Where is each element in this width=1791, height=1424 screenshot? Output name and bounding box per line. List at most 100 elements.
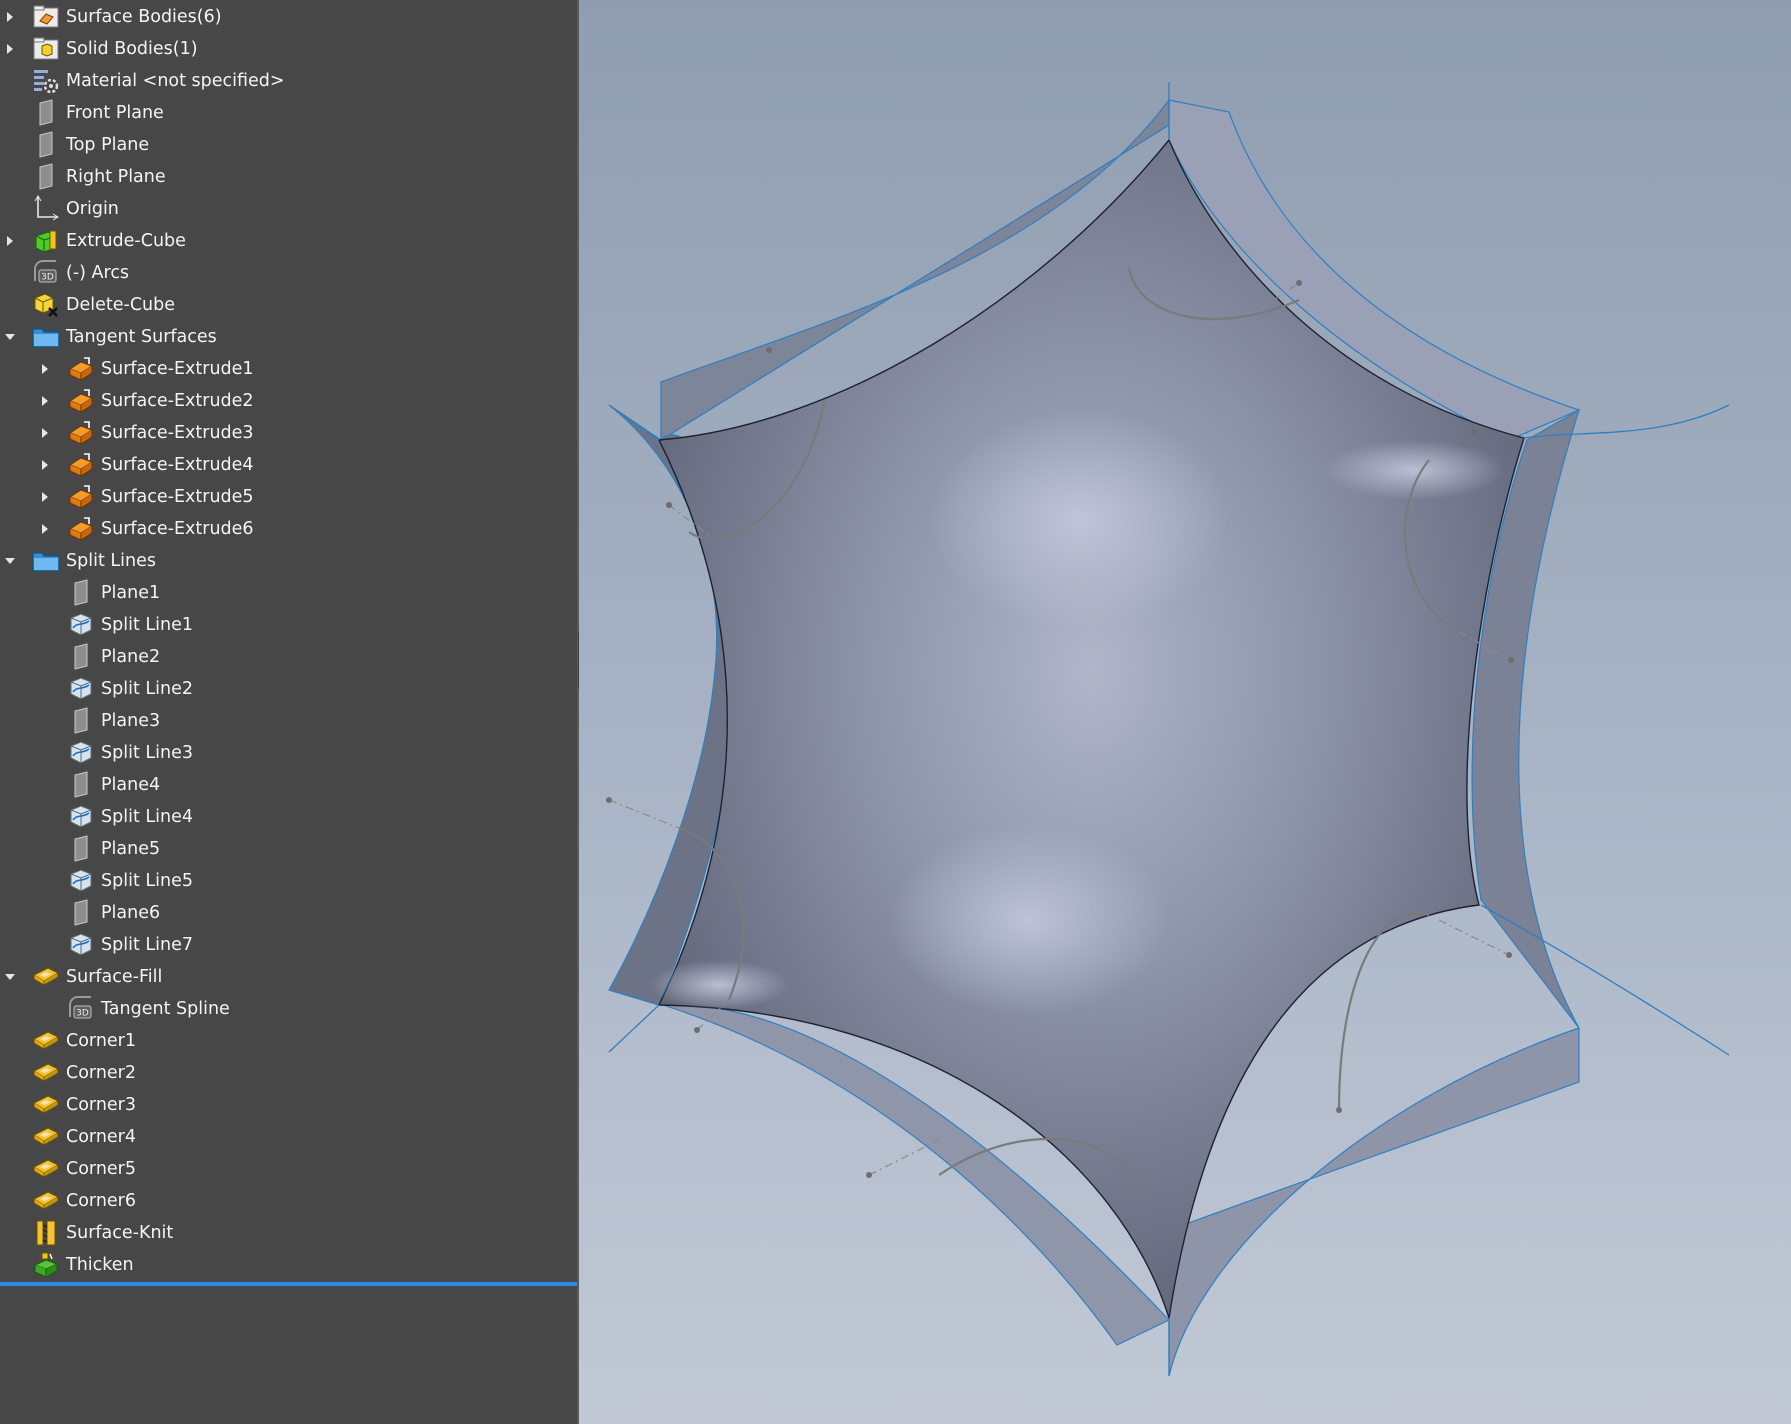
tree-item-corner5[interactable]: Corner5 [0, 1153, 577, 1185]
tree-item-label: Thicken [66, 1255, 134, 1275]
tree-item-plane1[interactable]: Plane1 [0, 577, 577, 609]
highlight-upper [929, 410, 1229, 630]
tree-item-split-line1[interactable]: Split Line1 [0, 609, 577, 641]
tree-item-split-line4[interactable]: Split Line4 [0, 801, 577, 833]
tree-item-split-line3[interactable]: Split Line3 [0, 737, 577, 769]
tree-item-solid-bodies[interactable]: Solid Bodies(1) [0, 33, 577, 65]
tree-item-label: Plane6 [101, 903, 161, 923]
expand-arrow-icon[interactable] [3, 33, 17, 65]
tree-item-extrude-cube[interactable]: Extrude-Cube [0, 225, 577, 257]
collapse-arrow-icon[interactable] [3, 961, 17, 993]
expand-arrow-icon[interactable] [38, 513, 52, 545]
tree-item-split-line5[interactable]: Split Line5 [0, 865, 577, 897]
expand-arrow-icon[interactable] [3, 225, 17, 257]
expand-arrow-icon[interactable] [38, 385, 52, 417]
tree-item-label: Surface-Extrude4 [101, 455, 254, 475]
tree-item-split-lines[interactable]: Split Lines [0, 545, 577, 577]
tree-item-top-plane[interactable]: Top Plane [0, 129, 577, 161]
surface-extrude-icon [66, 482, 96, 512]
tree-item-label: Surface-Extrude5 [101, 487, 254, 507]
expand-arrow-icon[interactable] [38, 481, 52, 513]
tree-item-label: Plane1 [101, 583, 161, 603]
rollback-bar[interactable] [0, 1282, 577, 1286]
tree-item-plane6[interactable]: Plane6 [0, 897, 577, 929]
svg-text:3D: 3D [41, 273, 54, 283]
tree-item-label: Split Line2 [101, 679, 193, 699]
tree-item-label: Tangent Surfaces [66, 327, 217, 347]
tree-item-corner6[interactable]: Corner6 [0, 1185, 577, 1217]
tree-item-corner4[interactable]: Corner4 [0, 1121, 577, 1153]
expand-arrow-icon[interactable] [38, 449, 52, 481]
surface-fill-icon [31, 1058, 61, 1088]
tree-item-origin[interactable]: Origin [0, 193, 577, 225]
split-line-icon [66, 802, 96, 832]
surface-fill-icon [31, 1090, 61, 1120]
tree-item-surface-extrude4[interactable]: Surface-Extrude4 [0, 449, 577, 481]
tree-item-surface-fill[interactable]: Surface-Fill [0, 961, 577, 993]
plane-icon [66, 642, 96, 672]
tree-item-plane2[interactable]: Plane2 [0, 641, 577, 673]
collapse-arrow-icon[interactable] [3, 545, 17, 577]
plane-icon [66, 706, 96, 736]
tree-item-tangent-surfaces[interactable]: Tangent Surfaces [0, 321, 577, 353]
tree-item-corner3[interactable]: Corner3 [0, 1089, 577, 1121]
tree-item-label: Material <not specified> [66, 71, 285, 91]
feature-manager-tree: Surface Bodies(6) Solid Bodies(1) Material… [0, 0, 577, 1424]
tree-item-surface-extrude2[interactable]: Surface-Extrude2 [0, 385, 577, 417]
tree-item-label: Tangent Spline [101, 999, 230, 1019]
tree-item-split-line2[interactable]: Split Line2 [0, 673, 577, 705]
expand-arrow-icon[interactable] [38, 417, 52, 449]
tree-item-surface-extrude3[interactable]: Surface-Extrude3 [0, 417, 577, 449]
tree-item-material[interactable]: Material <not specified> [0, 65, 577, 97]
solid-bodies-folder-icon [31, 34, 61, 64]
tree-item-thicken[interactable]: Thicken [0, 1249, 577, 1281]
tree-item-plane3[interactable]: Plane3 [0, 705, 577, 737]
tree-item-surface-extrude6[interactable]: Surface-Extrude6 [0, 513, 577, 545]
tree-item-surface-knit[interactable]: Surface-Knit [0, 1217, 577, 1249]
tree-item-label: Split Lines [66, 551, 156, 571]
tree-item-corner1[interactable]: Corner1 [0, 1025, 577, 1057]
3d-sketch-icon: 3D [31, 258, 61, 288]
plane-icon [66, 834, 96, 864]
graphics-viewport[interactable] [579, 0, 1791, 1424]
tree-item-arcs[interactable]: 3D (-) Arcs [0, 257, 577, 289]
tree-item-corner2[interactable]: Corner2 [0, 1057, 577, 1089]
tree-item-label: Split Line3 [101, 743, 193, 763]
tree-item-label: Origin [66, 199, 119, 219]
surface-extrude-icon [66, 450, 96, 480]
surface-fill-icon [31, 1026, 61, 1056]
tree-item-label: Corner3 [66, 1095, 136, 1115]
tree-item-label: Top Plane [66, 135, 150, 155]
split-line-icon [66, 930, 96, 960]
tree-item-surface-bodies[interactable]: Surface Bodies(6) [0, 1, 577, 33]
tree-item-split-line7[interactable]: Split Line7 [0, 929, 577, 961]
tree-item-label: Surface-Extrude2 [101, 391, 254, 411]
tree-item-plane5[interactable]: Plane5 [0, 833, 577, 865]
split-line-icon [66, 674, 96, 704]
plane-icon [31, 98, 61, 128]
tree-item-label: Corner5 [66, 1159, 136, 1179]
tree-item-right-plane[interactable]: Right Plane [0, 161, 577, 193]
expand-arrow-icon[interactable] [3, 1, 17, 33]
tree-item-plane4[interactable]: Plane4 [0, 769, 577, 801]
highlight-bottom-left [649, 960, 789, 1010]
tree-item-label: Plane5 [101, 839, 161, 859]
plane-icon [31, 130, 61, 160]
tree-item-delete-cube[interactable]: Delete-Cube [0, 289, 577, 321]
expand-arrow-icon[interactable] [38, 353, 52, 385]
surface-extrude-icon [66, 354, 96, 384]
surface-fill-icon [31, 1154, 61, 1184]
model-3d-view[interactable] [579, 0, 1791, 1424]
tree-item-tangent-spline[interactable]: 3D Tangent Spline [0, 993, 577, 1025]
tree-item-label: Plane2 [101, 647, 161, 667]
split-line-icon [66, 738, 96, 768]
split-line-icon [66, 866, 96, 896]
tree-item-front-plane[interactable]: Front Plane [0, 97, 577, 129]
collapse-arrow-icon[interactable] [3, 321, 17, 353]
tree-item-surface-extrude5[interactable]: Surface-Extrude5 [0, 481, 577, 513]
tree-item-label: Split Line5 [101, 871, 193, 891]
tree-item-label: Surface-Knit [66, 1223, 174, 1243]
tree-item-surface-extrude1[interactable]: Surface-Extrude1 [0, 353, 577, 385]
extrude-icon [31, 226, 61, 256]
highlight-right [1324, 440, 1504, 500]
